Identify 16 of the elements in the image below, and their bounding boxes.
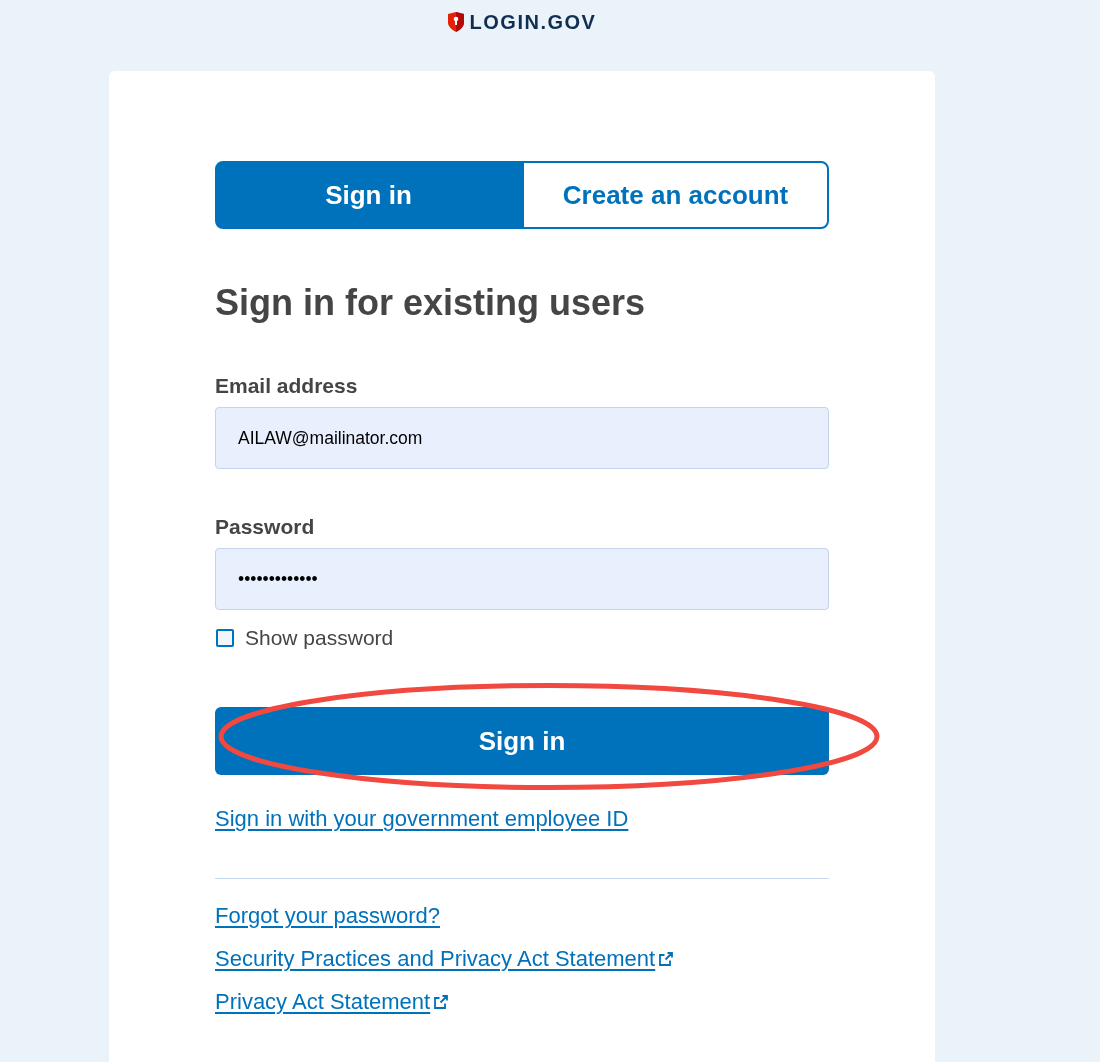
- show-password-label[interactable]: Show password: [245, 624, 394, 652]
- tab[interactable]: Create an account: [522, 161, 829, 229]
- show-password-checkbox[interactable]: [216, 629, 234, 647]
- link[interactable]: Forgot your password?: [215, 902, 440, 930]
- input-field[interactable]: AILAW@mailinator.com: [215, 407, 829, 469]
- field-label: Email address: [215, 373, 359, 399]
- field-label: Password: [215, 514, 316, 540]
- link[interactable]: Privacy Act Statement: [215, 988, 449, 1016]
- page-heading: Sign in for existing users: [215, 281, 647, 325]
- link[interactable]: Sign in with your government employee ID: [215, 805, 629, 833]
- sign-in-button[interactable]: Sign in: [215, 707, 829, 775]
- input-field[interactable]: •••••••••••••: [215, 548, 829, 610]
- shield-logo-icon: [447, 12, 464, 32]
- link[interactable]: Security Practices and Privacy Act Statement: [215, 945, 674, 973]
- logo-text: LOGIN.GOV: [469, 12, 597, 32]
- tab[interactable]: Sign in: [215, 161, 522, 229]
